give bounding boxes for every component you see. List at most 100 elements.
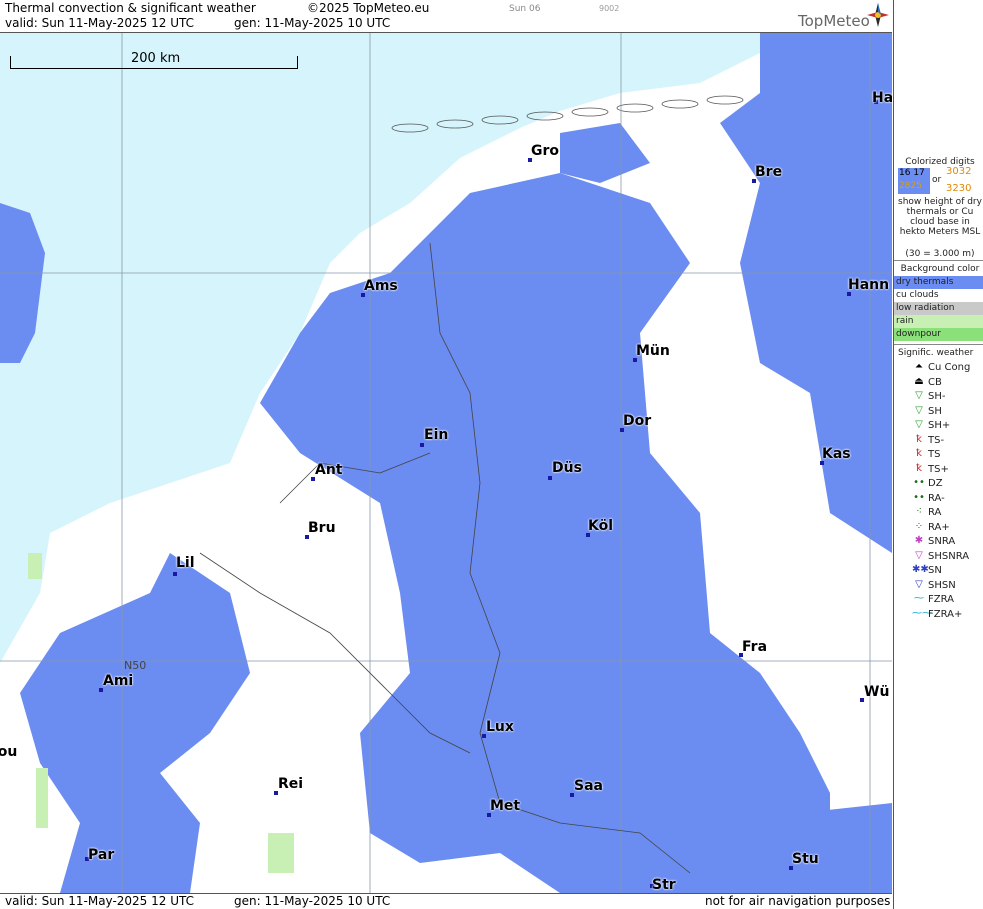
city-label[interactable]: Met — [490, 798, 520, 814]
city-label[interactable]: Rou — [0, 744, 17, 760]
city-label[interactable]: Düs — [552, 460, 582, 476]
thunderstorm-icon: ꝁ — [916, 448, 922, 459]
generated-time: gen: 11-May-2025 10 UTC — [234, 16, 391, 30]
legend-background-item: rain — [894, 315, 983, 328]
snow-shower-icon: ▽ — [915, 578, 923, 590]
rain-light-icon: •• — [913, 491, 925, 503]
sleet-shower-icon: ▽ — [915, 549, 923, 561]
legend-weather-label: FZRA+ — [928, 608, 963, 620]
legend-weather-item: ▽ SH- — [898, 390, 983, 404]
city-label[interactable]: Ein — [424, 427, 448, 443]
city-label[interactable]: Lux — [486, 719, 514, 735]
legend-weather-label: SH — [928, 405, 942, 417]
legend-weather-item: ⁘ RA+ — [898, 521, 983, 535]
copyright: ©2025 TopMeteo.eu — [307, 1, 430, 15]
city-label[interactable]: Köl — [588, 518, 613, 534]
city-label[interactable]: Ami — [103, 673, 133, 689]
legend-background-label: cu clouds — [896, 290, 939, 300]
cu-cong-icon: ⏶ — [915, 361, 923, 372]
city-label[interactable]: Lil — [176, 555, 195, 571]
thunderstorm-heavy-icon: ꝁ — [916, 462, 922, 474]
thunderstorm-light-icon: ꝁ — [916, 433, 922, 445]
legend-weather-label: TS+ — [928, 463, 949, 475]
legend-background-title: Background color — [900, 264, 980, 274]
city-marker — [173, 572, 177, 576]
valid-time: valid: Sun 11-May-2025 12 UTC — [5, 16, 194, 30]
legend-background-label: dry thermals — [896, 277, 954, 287]
rain-heavy-icon: ⁘ — [914, 520, 924, 532]
latitude-label: N50 — [124, 659, 147, 672]
legend-weather-item: •• DZ — [898, 477, 983, 491]
legend-weather-label: CB — [928, 376, 942, 388]
legend-weather-title: Signific. weather — [898, 348, 974, 358]
city-label[interactable]: Fra — [742, 639, 767, 655]
city-label[interactable]: Bre — [755, 164, 782, 180]
legend-weather-item: ✱✱ SN — [898, 564, 983, 578]
city-label[interactable]: Saa — [574, 778, 603, 794]
legend-weather-item: ⏏ CB — [898, 376, 983, 390]
legend-weather-item: ▽ SHSN — [898, 579, 983, 593]
footer-valid-time: valid: Sun 11-May-2025 12 UTC — [5, 894, 194, 908]
legend-weather-item: ⁓ FZRA — [898, 593, 983, 607]
sleet-icon: ✱ — [914, 535, 924, 546]
city-label[interactable]: Ant — [315, 462, 343, 478]
city-label[interactable]: Bru — [308, 520, 336, 536]
legend-weather-label: TS — [928, 449, 941, 460]
city-label[interactable]: Kas — [822, 446, 851, 462]
legend-weather-item: ⁖ RA — [898, 506, 983, 520]
coastline — [436, 119, 474, 129]
legend-weather-label: Cu Cong — [928, 362, 971, 373]
legend-sample-dry: 16 17 2825 — [898, 168, 930, 194]
disclaimer: not for air navigation purposes — [705, 894, 891, 908]
legend-weather-label: RA+ — [928, 521, 950, 533]
legend-panel: Colorized digits 16 17 2825 or 3032 3230… — [893, 0, 983, 909]
city-label[interactable]: Str — [652, 877, 676, 893]
city-label[interactable]: Dor — [623, 413, 651, 429]
weather-map[interactable]: 200 km N50 Ham Gro Bre Ams Hann Mün Ein … — [0, 33, 892, 893]
legend-background-item: cu clouds — [894, 289, 983, 302]
legend-weather-label: SN — [928, 565, 942, 576]
city-label[interactable]: Stu — [792, 851, 819, 867]
run-code: 9002 — [599, 4, 620, 13]
city-label[interactable]: Gro — [531, 143, 559, 159]
city-label[interactable]: Hann — [848, 277, 889, 293]
rain-icon: ⁖ — [916, 506, 922, 517]
shower-light-icon: ▽ — [915, 390, 923, 401]
city-label[interactable]: Par — [88, 847, 114, 863]
city-label[interactable]: Ams — [364, 278, 398, 294]
legend-weather-label: FZRA — [928, 594, 954, 605]
coastline — [391, 123, 429, 133]
legend-weather-item: ▽ SH — [898, 405, 983, 419]
legend-weather-label: SNRA — [928, 536, 956, 547]
shower-icon: ▽ — [915, 404, 923, 416]
legend-sample-cu-bottom: 3230 — [946, 183, 972, 194]
legend-weather-item: ꝁ TS+ — [898, 463, 983, 477]
legend-weather-item: •• RA- — [898, 492, 983, 506]
city-label[interactable]: Ham — [872, 90, 892, 106]
city-label[interactable]: Rei — [278, 776, 303, 792]
freezing-rain-icon: ⁓ — [914, 593, 924, 604]
cb-icon: ⏏ — [914, 375, 924, 387]
legend-weather-label: TS- — [928, 434, 945, 446]
scale-label: 200 km — [129, 51, 183, 66]
rain-patch — [28, 553, 42, 579]
city-label[interactable]: Wü — [864, 684, 889, 700]
legend-background-item: low radiation — [894, 302, 983, 315]
legend-sample-cu-top: 3032 — [946, 166, 972, 177]
freezing-rain-heavy-icon: ⁓⁓ — [912, 607, 932, 619]
footer-generated-time: gen: 11-May-2025 10 UTC — [234, 894, 391, 908]
weather-map-page: Thermal convection & significant weather… — [0, 0, 983, 909]
legend-weather-item: ▽ SH+ — [898, 419, 983, 433]
legend-background-item: dry thermals — [894, 276, 983, 289]
city-marker — [420, 443, 424, 447]
legend-weather-label: SHSNRA — [928, 550, 970, 562]
city-label[interactable]: Mün — [636, 343, 670, 359]
legend-weather-label: SH- — [928, 391, 946, 402]
dry-thermal-zone — [0, 203, 45, 363]
legend-weather-item: ⏶ Cu Cong — [898, 361, 983, 375]
legend-weather-item: ꝁ TS — [898, 448, 983, 462]
legend-weather-label: RA — [928, 507, 942, 518]
map-graphics — [0, 33, 892, 893]
legend-weather-label: SH+ — [928, 420, 951, 431]
coastline — [481, 115, 519, 125]
